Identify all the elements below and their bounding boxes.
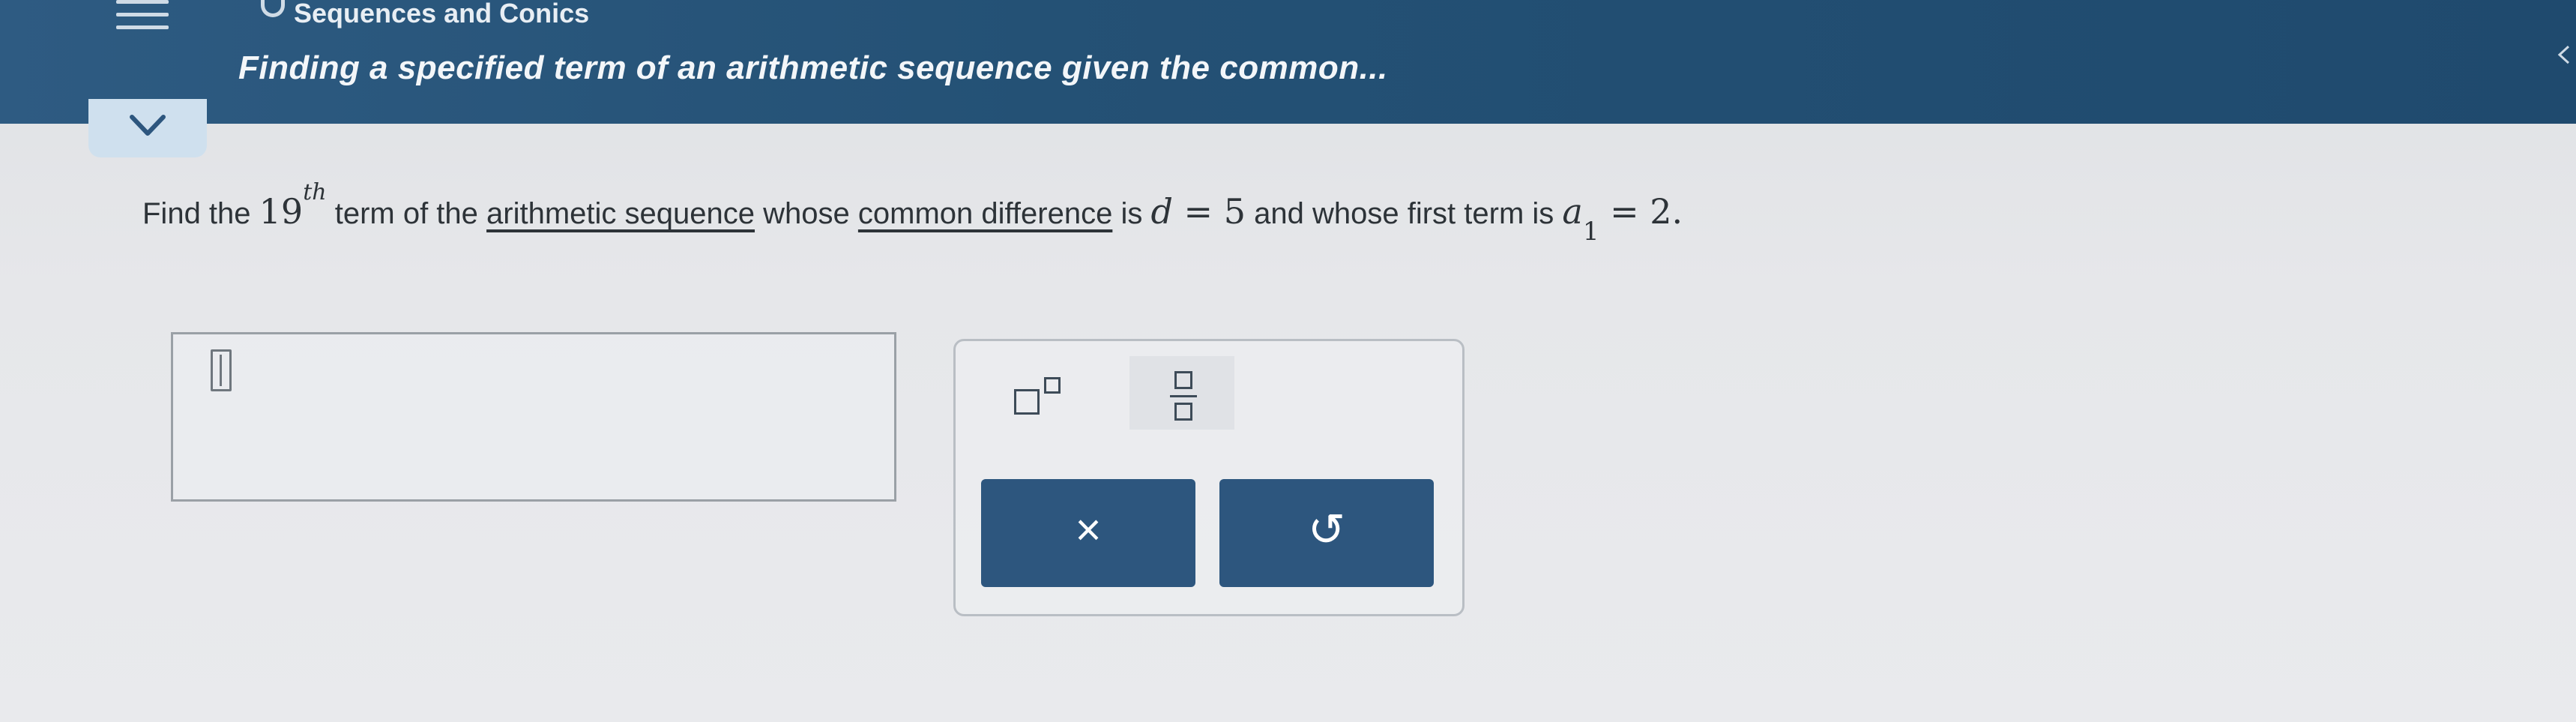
subtopic-title: Finding a specified term of an arithmeti…	[238, 49, 1388, 86]
hamburger-menu-icon[interactable]	[116, 0, 169, 45]
d-variable: d	[1150, 191, 1173, 232]
common-difference-link[interactable]: common difference	[858, 197, 1112, 230]
input-cursor-icon	[211, 349, 232, 391]
close-icon: ×	[1075, 505, 1102, 555]
fraction-denominator-icon	[1174, 403, 1192, 421]
question-text-part: term of the	[334, 197, 478, 230]
question-find-the: Find the	[142, 197, 251, 230]
question-text: Find the 19th term of the arithmetic seq…	[142, 179, 1683, 247]
a-variable: a	[1562, 191, 1583, 232]
first-term-expression: a1 = 2.	[1562, 191, 1683, 247]
undo-button[interactable]: ↺	[1219, 479, 1434, 587]
equals-sign: =	[1183, 191, 1213, 232]
progress-indicator-icon	[261, 0, 285, 17]
d-value: 5	[1223, 191, 1246, 232]
common-difference-expression: d = 5	[1150, 191, 1246, 232]
superscript-template-icon	[1014, 389, 1040, 415]
arithmetic-sequence-link[interactable]: arithmetic sequence	[486, 197, 755, 230]
a-value: 2	[1650, 191, 1672, 232]
chevron-down-icon	[130, 115, 166, 136]
term-number: 19	[259, 191, 304, 232]
question-text-part: is	[1120, 197, 1143, 230]
collapse-header-button[interactable]	[88, 99, 207, 157]
term-suffix: th	[303, 179, 327, 205]
undo-icon: ↺	[1307, 505, 1346, 555]
a-subscript: 1	[1582, 217, 1599, 247]
math-keypad: × ↺	[953, 339, 1465, 616]
topic-header: Sequences and Conics Finding a specified…	[0, 0, 2576, 124]
topic-title: Sequences and Conics	[294, 0, 590, 28]
superscript-button[interactable]	[998, 361, 1088, 425]
fraction-template-icon	[1174, 371, 1192, 389]
question-text-part: and whose first term is	[1254, 197, 1554, 230]
fraction-bar	[1170, 395, 1197, 397]
clear-button[interactable]: ×	[981, 479, 1195, 587]
superscript-exponent-icon	[1044, 377, 1061, 394]
chevron-left-icon[interactable]	[2552, 43, 2575, 66]
question-text-part: whose	[763, 197, 850, 230]
answer-input[interactable]	[171, 332, 896, 502]
period: .	[1671, 191, 1683, 232]
equals-sign: =	[1610, 191, 1639, 232]
fraction-button[interactable]	[1129, 356, 1234, 430]
